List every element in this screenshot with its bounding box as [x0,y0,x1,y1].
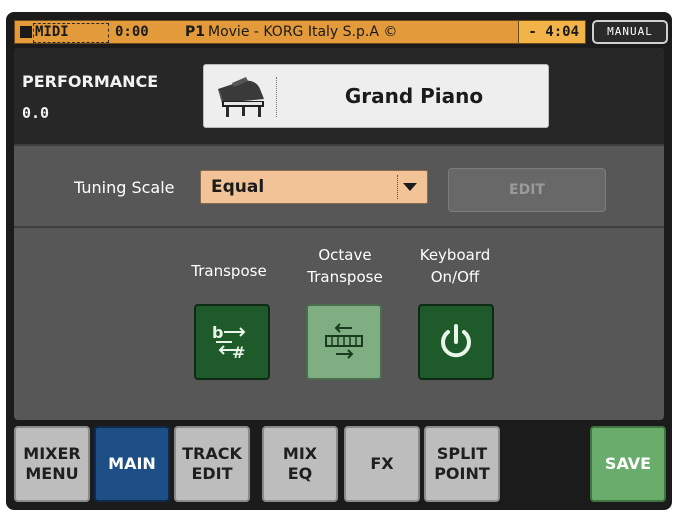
tab-mix-eq[interactable]: MIX EQ [262,426,338,502]
svg-text:#: # [232,343,245,362]
tuning-scale-label: Tuning Scale [74,178,175,197]
performance-section: PERFORMANCE 0.0 Grand Piano [14,48,664,144]
midi-label: MIDI [35,24,69,40]
elapsed-time: 0:00 [115,24,149,40]
sound-divider [276,77,277,117]
remaining-time: - 4:04 [528,24,579,40]
grand-piano-icon [218,77,264,117]
status-bar: MIDI 0:00 P1 Movie - KORG Italy S.p.A © … [14,20,586,44]
tab-main[interactable]: MAIN [94,426,170,502]
transpose-icon: b # [212,323,246,362]
tuning-scale-dropdown[interactable]: Equal [200,170,428,204]
song-title: Movie - KORG Italy S.p.A © [208,24,398,40]
keyboard-onoff-label: Keyboard On/Off [419,246,491,286]
stop-icon[interactable] [20,26,32,38]
tuning-scale-value: Equal [211,177,265,197]
main-panel: PERFORMANCE 0.0 Grand Piano Tuning Scale… [14,48,664,420]
octave-transpose-icon [325,323,363,359]
section-divider [14,226,664,228]
tab-track-edit[interactable]: TRACK EDIT [174,426,250,502]
player-slot: P1 [185,24,206,40]
tab-fx[interactable]: FX [344,426,420,502]
manual-mode-badge[interactable]: MANUAL [592,20,668,44]
transpose-button[interactable]: b # [194,304,270,380]
tab-bar: MIXER MENU MAIN TRACK EDIT MIX EQ FX SPL… [14,426,666,504]
performance-number: 0.0 [22,104,50,122]
edit-button[interactable]: EDIT [448,168,606,212]
sound-select-button[interactable]: Grand Piano [203,64,549,128]
dropdown-divider [397,175,398,199]
transpose-label: Transpose [191,262,267,280]
sound-name: Grand Piano [344,84,484,108]
octave-transpose-label: Octave Transpose [307,246,383,286]
save-button[interactable]: SAVE [590,426,666,502]
svg-text:b: b [212,323,223,342]
power-icon [441,324,471,358]
octave-transpose-button[interactable] [306,304,382,380]
tab-mixer-menu[interactable]: MIXER MENU [14,426,90,502]
performance-label: PERFORMANCE [22,72,159,91]
keyboard-onoff-button[interactable] [418,304,494,380]
section-divider [14,144,664,146]
chevron-down-icon[interactable] [403,183,417,191]
tab-split-point[interactable]: SPLIT POINT [424,426,500,502]
